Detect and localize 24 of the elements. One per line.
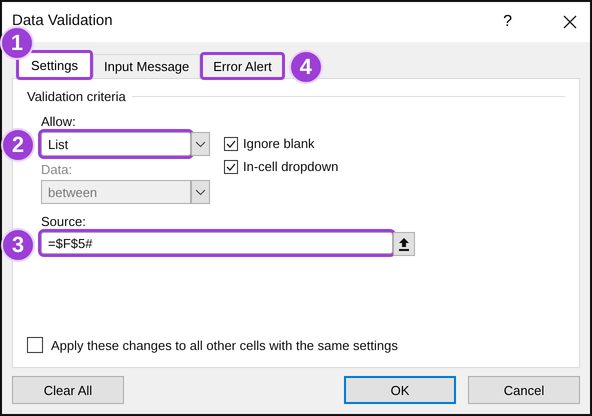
step-badge: 2 bbox=[1, 128, 35, 162]
dialog-button[interactable]: OK bbox=[344, 376, 456, 404]
field-label: Data: bbox=[41, 162, 72, 177]
source-field[interactable]: =$F$5# bbox=[41, 232, 393, 254]
checkbox-label: Ignore blank bbox=[243, 136, 315, 151]
dialog-button[interactable]: Clear All bbox=[12, 376, 124, 404]
checkbox[interactable] bbox=[224, 160, 238, 174]
tab[interactable]: Error Alert bbox=[202, 54, 283, 78]
checkbox-label: In-cell dropdown bbox=[243, 159, 338, 174]
checkbox-label: Apply these changes to all other cells with the same settings bbox=[51, 338, 398, 352]
field-label: Source: bbox=[41, 214, 86, 229]
tab[interactable]: Input Message bbox=[92, 54, 200, 78]
checkbox[interactable] bbox=[224, 136, 238, 150]
allow-dropdown[interactable]: List bbox=[41, 132, 191, 156]
checkbox[interactable] bbox=[27, 337, 43, 353]
field-label: Allow: bbox=[41, 114, 76, 129]
step-badge: 4 bbox=[288, 50, 323, 84]
help-button[interactable]: ? bbox=[499, 13, 516, 31]
close-icon[interactable] bbox=[562, 14, 578, 30]
window-title: Data Validation bbox=[12, 12, 114, 28]
dialog-button[interactable]: Cancel bbox=[468, 376, 580, 404]
tab[interactable]: Settings bbox=[18, 52, 91, 78]
group-title: Validation criteria bbox=[27, 89, 126, 104]
step-badge: 3 bbox=[1, 228, 35, 262]
